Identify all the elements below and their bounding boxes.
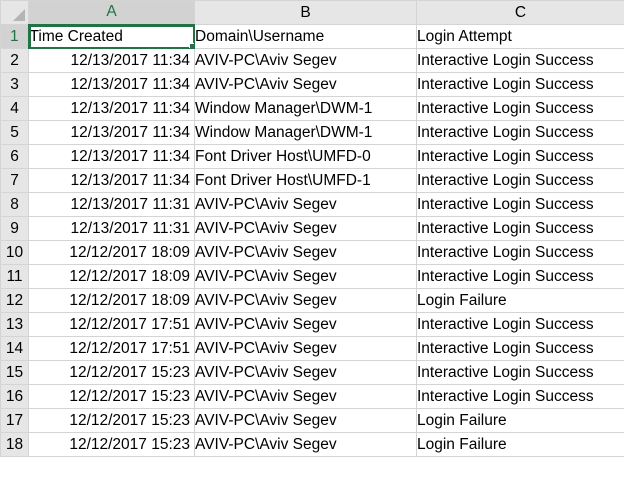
- row-header[interactable]: 14: [0, 336, 29, 361]
- cell-login-attempt[interactable]: Interactive Login Success: [416, 168, 624, 193]
- row-header[interactable]: 2: [0, 48, 29, 73]
- cell-domain-username[interactable]: AVIV-PC\Aviv Segev: [194, 432, 417, 457]
- cell-domain-username[interactable]: Window Manager\DWM-1: [194, 120, 417, 145]
- cell-login-attempt[interactable]: Interactive Login Success: [416, 312, 624, 337]
- cell-domain-username[interactable]: AVIV-PC\Aviv Segev: [194, 360, 417, 385]
- table-row: 3 12/13/2017 11:34 AVIV-PC\Aviv Segev Inter…: [0, 72, 624, 97]
- row-header[interactable]: 6: [0, 144, 29, 169]
- cell-time-created[interactable]: 12/12/2017 15:23: [28, 408, 195, 433]
- table-row: 12 12/12/2017 18:09 AVIV-PC\Aviv Segev Logi…: [0, 288, 624, 313]
- row-header[interactable]: 11: [0, 264, 29, 289]
- cell-time-created[interactable]: 12/12/2017 17:51: [28, 336, 195, 361]
- row-header[interactable]: 15: [0, 360, 29, 385]
- cell-time-created[interactable]: 12/12/2017 18:09: [28, 264, 195, 289]
- table-row: 14 12/12/2017 17:51 AVIV-PC\Aviv Segev Inte…: [0, 336, 624, 361]
- cell-time-created[interactable]: 12/12/2017 18:09: [28, 240, 195, 265]
- row-header[interactable]: 5: [0, 120, 29, 145]
- cell-domain-username[interactable]: AVIV-PC\Aviv Segev: [194, 288, 417, 313]
- cell-domain-username[interactable]: AVIV-PC\Aviv Segev: [194, 384, 417, 409]
- cell-domain-username[interactable]: AVIV-PC\Aviv Segev: [194, 408, 417, 433]
- table-row: 4 12/13/2017 11:34 Window Manager\DWM-1 Int…: [0, 96, 624, 121]
- table-row: 7 12/13/2017 11:34 Font Driver Host\UMFD-1…: [0, 168, 624, 193]
- cell-domain-username[interactable]: AVIV-PC\Aviv Segev: [194, 192, 417, 217]
- cell-time-created[interactable]: 12/12/2017 15:23: [28, 432, 195, 457]
- cell-time-created[interactable]: 12/12/2017 18:09: [28, 288, 195, 313]
- row-header[interactable]: 7: [0, 168, 29, 193]
- cell-time-created[interactable]: 12/13/2017 11:34: [28, 144, 195, 169]
- cell-login-attempt[interactable]: Interactive Login Success: [416, 144, 624, 169]
- cell-time-created[interactable]: 12/12/2017 15:23: [28, 360, 195, 385]
- cell-c1[interactable]: Login Attempt: [416, 24, 624, 49]
- row-header[interactable]: 3: [0, 72, 29, 97]
- cell-a1[interactable]: Time Created: [28, 24, 195, 49]
- cell-login-attempt[interactable]: Login Failure: [416, 288, 624, 313]
- row-header[interactable]: 12: [0, 288, 29, 313]
- table-row: 8 12/13/2017 11:31 AVIV-PC\Aviv Segev Inter…: [0, 192, 624, 217]
- table-row: 17 12/12/2017 15:23 AVIV-PC\Aviv Segev Logi…: [0, 408, 624, 433]
- row-header[interactable]: 13: [0, 312, 29, 337]
- cell-domain-username[interactable]: AVIV-PC\Aviv Segev: [194, 48, 417, 73]
- table-row: 9 12/13/2017 11:31 AVIV-PC\Aviv Segev Inter…: [0, 216, 624, 241]
- cell-domain-username[interactable]: AVIV-PC\Aviv Segev: [194, 72, 417, 97]
- table-row: 10 12/12/2017 18:09 AVIV-PC\Aviv Segev Inte…: [0, 240, 624, 265]
- cell-login-attempt[interactable]: Login Failure: [416, 432, 624, 457]
- table-row: 15 12/12/2017 15:23 AVIV-PC\Aviv Segev Inte…: [0, 360, 624, 385]
- cell-time-created[interactable]: 12/13/2017 11:34: [28, 72, 195, 97]
- spreadsheet-grid: A B C 1 Time Created Domain\Username Log…: [0, 0, 624, 457]
- cell-domain-username[interactable]: AVIV-PC\Aviv Segev: [194, 216, 417, 241]
- row-header[interactable]: 16: [0, 384, 29, 409]
- cell-login-attempt[interactable]: Interactive Login Success: [416, 360, 624, 385]
- row-header[interactable]: 1: [0, 24, 30, 49]
- cell-domain-username[interactable]: AVIV-PC\Aviv Segev: [194, 264, 417, 289]
- cell-time-created[interactable]: 12/12/2017 15:23: [28, 384, 195, 409]
- cell-login-attempt[interactable]: Interactive Login Success: [416, 240, 624, 265]
- cell-time-created[interactable]: 12/13/2017 11:31: [28, 216, 195, 241]
- table-row: 6 12/13/2017 11:34 Font Driver Host\UMFD-0…: [0, 144, 624, 169]
- table-row: 13 12/12/2017 17:51 AVIV-PC\Aviv Segev Inte…: [0, 312, 624, 337]
- cell-time-created[interactable]: 12/13/2017 11:34: [28, 168, 195, 193]
- cell-time-created[interactable]: 12/13/2017 11:34: [28, 48, 195, 73]
- cell-time-created[interactable]: 12/13/2017 11:31: [28, 192, 195, 217]
- cell-login-attempt[interactable]: Interactive Login Success: [416, 192, 624, 217]
- select-all-button[interactable]: [0, 0, 29, 25]
- cell-login-attempt[interactable]: Interactive Login Success: [416, 216, 624, 241]
- cell-login-attempt[interactable]: Interactive Login Success: [416, 96, 624, 121]
- table-row: 11 12/12/2017 18:09 AVIV-PC\Aviv Segev Inte…: [0, 264, 624, 289]
- row-header[interactable]: 17: [0, 408, 29, 433]
- table-row: 16 12/12/2017 15:23 AVIV-PC\Aviv Segev Inte…: [0, 384, 624, 409]
- column-header-b[interactable]: B: [194, 0, 417, 25]
- table-row: 1 Time Created Domain\Username Login Att…: [0, 24, 624, 49]
- table-row: 5 12/13/2017 11:34 Window Manager\DWM-1 Int…: [0, 120, 624, 145]
- row-header[interactable]: 18: [0, 432, 29, 457]
- cell-time-created[interactable]: 12/13/2017 11:34: [28, 96, 195, 121]
- cell-time-created[interactable]: 12/12/2017 17:51: [28, 312, 195, 337]
- cell-domain-username[interactable]: Font Driver Host\UMFD-0: [194, 144, 417, 169]
- cell-login-attempt[interactable]: Interactive Login Success: [416, 48, 624, 73]
- cell-domain-username[interactable]: Window Manager\DWM-1: [194, 96, 417, 121]
- column-header-a[interactable]: A: [28, 0, 195, 26]
- row-header[interactable]: 8: [0, 192, 29, 217]
- table-row: 2 12/13/2017 11:34 AVIV-PC\Aviv Segev Inter…: [0, 48, 624, 73]
- cell-time-created[interactable]: 12/13/2017 11:34: [28, 120, 195, 145]
- table-row: 18 12/12/2017 15:23 AVIV-PC\Aviv Segev Logi…: [0, 432, 624, 457]
- cell-domain-username[interactable]: AVIV-PC\Aviv Segev: [194, 240, 417, 265]
- row-header[interactable]: 4: [0, 96, 29, 121]
- column-header-c[interactable]: C: [416, 0, 624, 25]
- cell-login-attempt[interactable]: Interactive Login Success: [416, 264, 624, 289]
- row-header[interactable]: 10: [0, 240, 29, 265]
- cell-b1[interactable]: Domain\Username: [194, 24, 417, 49]
- cell-login-attempt[interactable]: Interactive Login Success: [416, 336, 624, 361]
- cell-login-attempt[interactable]: Interactive Login Success: [416, 72, 624, 97]
- cell-login-attempt[interactable]: Interactive Login Success: [416, 384, 624, 409]
- cell-login-attempt[interactable]: Login Failure: [416, 408, 624, 433]
- column-header-row: A B C: [0, 0, 624, 26]
- cell-domain-username[interactable]: Font Driver Host\UMFD-1: [194, 168, 417, 193]
- cell-domain-username[interactable]: AVIV-PC\Aviv Segev: [194, 312, 417, 337]
- cell-login-attempt[interactable]: Interactive Login Success: [416, 120, 624, 145]
- row-header[interactable]: 9: [0, 216, 29, 241]
- cell-domain-username[interactable]: AVIV-PC\Aviv Segev: [194, 336, 417, 361]
